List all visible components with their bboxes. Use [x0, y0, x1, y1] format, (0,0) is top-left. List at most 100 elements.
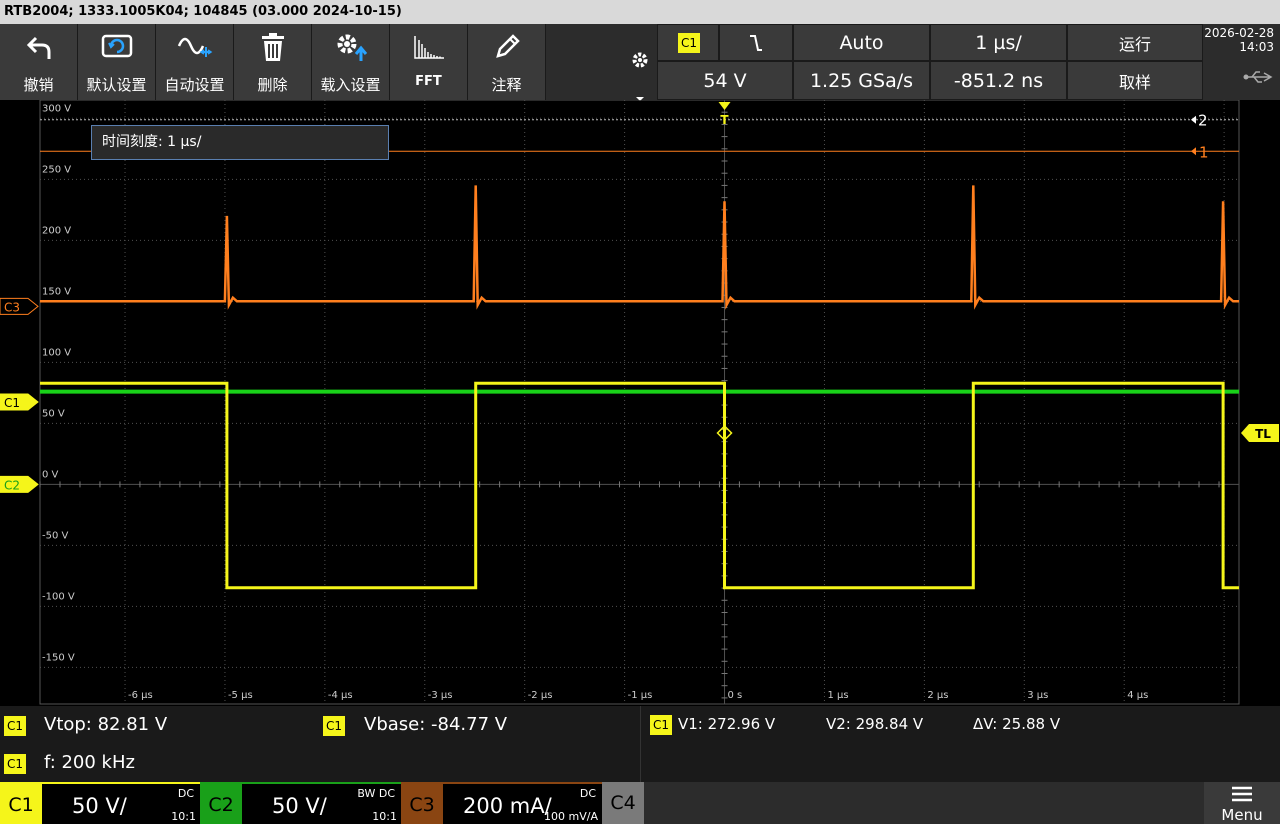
channel-3-tab[interactable]: C3 200 mA/ DC 100 mV/A — [401, 782, 602, 824]
trigger-position-label: T — [720, 113, 729, 127]
freq-source-badge: C1 — [4, 754, 26, 774]
waveform-display[interactable]: 300 V 250 V 200 V 150 V 100 V 50 V 0 V -50 V -10… — [0, 100, 1280, 706]
y-tick-label: 0 V — [42, 469, 59, 480]
run-state: 运行 — [1118, 34, 1151, 54]
instrument-title: RTB2004; 1333.1005K04; 104845 (03.000 20… — [4, 4, 402, 19]
frequency-measurement[interactable]: f: 200 kHz — [44, 752, 135, 773]
channel-1-label: C1 — [0, 784, 42, 824]
ch1-offset-label: C1 — [4, 396, 20, 410]
y-tick-label: 300 V — [42, 103, 71, 114]
toolbar: 撤销 默认设置 自动设置 删除 载入设置 FFT 注释 C1 Auto 1 µs… — [0, 24, 1280, 101]
timebase-value: 1 µs/ — [975, 31, 1022, 54]
fft-button[interactable]: FFT — [390, 24, 468, 100]
default-setup-button[interactable]: 默认设置 — [78, 24, 156, 100]
channel-2-bw-limit: BW — [357, 787, 376, 800]
falling-edge-icon — [750, 34, 762, 51]
default-setup-label: 默认设置 — [86, 76, 147, 94]
vtop-measurement[interactable]: Vtop: 82.81 V — [44, 714, 167, 735]
channel-4-label: C4 — [602, 782, 644, 824]
cursor-v1[interactable]: V1: 272.96 V — [678, 715, 775, 733]
x-tick-label: 4 µs — [1127, 690, 1148, 701]
x-tick-label: -1 µs — [628, 690, 653, 701]
title-bar: RTB2004; 1333.1005K04; 104845 (03.000 20… — [0, 0, 1280, 24]
channel-1-tab[interactable]: C1 50 V/ DC 10:1 — [0, 782, 200, 824]
measurement-divider — [640, 706, 641, 782]
settings-column — [624, 24, 656, 101]
channel-bar: C1 50 V/ DC 10:1 C2 50 V/ BW DC 10:1 C3 … — [0, 782, 1280, 824]
acquisition-mode: 取样 — [1118, 72, 1151, 92]
usb-icon — [1204, 70, 1274, 87]
channel-2-scale: 50 V/ — [272, 794, 327, 818]
annotate-button[interactable]: 注释 — [468, 24, 546, 100]
trigger-mode: Auto — [839, 31, 884, 54]
trigger-level-cell[interactable]: 54 V — [657, 61, 793, 100]
channel-2-label: C2 — [200, 784, 242, 824]
channel-2-coupling-value: DC — [378, 787, 395, 800]
load-setup-button[interactable]: 载入设置 — [312, 24, 390, 100]
fft-icon — [412, 24, 446, 70]
undo-icon — [24, 24, 54, 70]
channel-3-ratio: 100 mV/A — [544, 810, 598, 823]
channel-3-coupling: DC — [579, 787, 596, 800]
cursor-delta-v[interactable]: ΔV: 25.88 V — [973, 715, 1060, 733]
cursor-2-arrow — [1191, 115, 1196, 124]
timebase-cell[interactable]: 1 µs/ — [930, 24, 1067, 61]
default-setup-icon — [101, 24, 133, 70]
menu-button[interactable]: Menu — [1204, 782, 1280, 824]
plot-frame — [39, 100, 1240, 705]
trigger-mode-cell[interactable]: Auto — [793, 24, 930, 61]
trigger-source-cell[interactable]: C1 — [657, 24, 719, 61]
timebase-readout-text: 时间刻度: 1 µs/ — [102, 134, 202, 150]
hamburger-icon — [1232, 786, 1252, 802]
vbase-measurement[interactable]: Vbase: -84.77 V — [364, 714, 507, 735]
channel-2-tab[interactable]: C2 50 V/ BW DC 10:1 — [200, 782, 401, 824]
time: 14:03 — [1239, 40, 1274, 54]
y-tick-label: 150 V — [42, 286, 71, 297]
autoset-button[interactable]: 自动设置 — [156, 24, 234, 100]
x-tick-label: 3 µs — [1027, 690, 1048, 701]
run-stop-cell[interactable]: 运行 — [1067, 24, 1203, 61]
date-time: 2026-02-28 14:03 — [1204, 24, 1280, 100]
y-tick-label: 50 V — [42, 408, 65, 419]
pencil-icon — [492, 24, 522, 70]
y-tick-label: -100 V — [42, 591, 75, 602]
x-tick-label: -2 µs — [528, 690, 553, 701]
cursor-1-arrow — [1191, 147, 1196, 156]
sample-rate: 1.25 GSa/s — [809, 69, 914, 92]
trigger-level-label: TL — [1255, 427, 1271, 441]
ch2-offset-label: C2 — [4, 478, 20, 492]
fft-label: FFT — [415, 74, 442, 89]
load-setup-label: 载入设置 — [320, 76, 381, 94]
undo-button[interactable]: 撤销 — [0, 24, 78, 100]
channel-4-tab[interactable]: C4 — [602, 782, 702, 824]
x-tick-label: -6 µs — [128, 690, 153, 701]
x-tick-label: 2 µs — [927, 690, 948, 701]
x-tick-label: 0 s — [728, 690, 743, 701]
y-tick-label: -150 V — [42, 652, 75, 663]
cursor-1-label: 1 — [1199, 143, 1209, 161]
channel-1-ratio: 10:1 — [171, 810, 196, 823]
cursor-source-badge: C1 — [650, 715, 672, 735]
horizontal-position-cell[interactable]: -851.2 ns — [930, 61, 1067, 100]
horizontal-position: -851.2 ns — [953, 69, 1044, 92]
vtop-source-badge: C1 — [4, 716, 26, 736]
timebase-readout: 时间刻度: 1 µs/ — [91, 125, 389, 160]
cursor-v2[interactable]: V2: 298.84 V — [826, 715, 923, 733]
acquisition-mode-cell[interactable]: 取样 — [1067, 61, 1203, 100]
trigger-position-marker — [718, 102, 731, 110]
date: 2026-02-28 — [1204, 26, 1274, 40]
c3-waveform — [40, 185, 1239, 310]
measurement-panel: C1 Vtop: 82.81 V C1 Vbase: -84.77 V C1 f… — [0, 706, 1280, 782]
delete-button[interactable]: 删除 — [234, 24, 312, 100]
undo-label: 撤销 — [23, 76, 54, 94]
trash-icon — [260, 24, 286, 70]
trigger-slope-cell[interactable] — [719, 24, 793, 61]
x-tick-label: -3 µs — [428, 690, 453, 701]
autoset-icon — [177, 24, 213, 70]
gear-icon[interactable] — [631, 51, 649, 73]
annotate-label: 注释 — [491, 76, 522, 94]
vbase-source-badge: C1 — [323, 716, 345, 736]
sample-rate-cell[interactable]: 1.25 GSa/s — [793, 61, 930, 100]
load-setup-icon — [334, 24, 368, 70]
channel-1-scale: 50 V/ — [72, 794, 127, 818]
